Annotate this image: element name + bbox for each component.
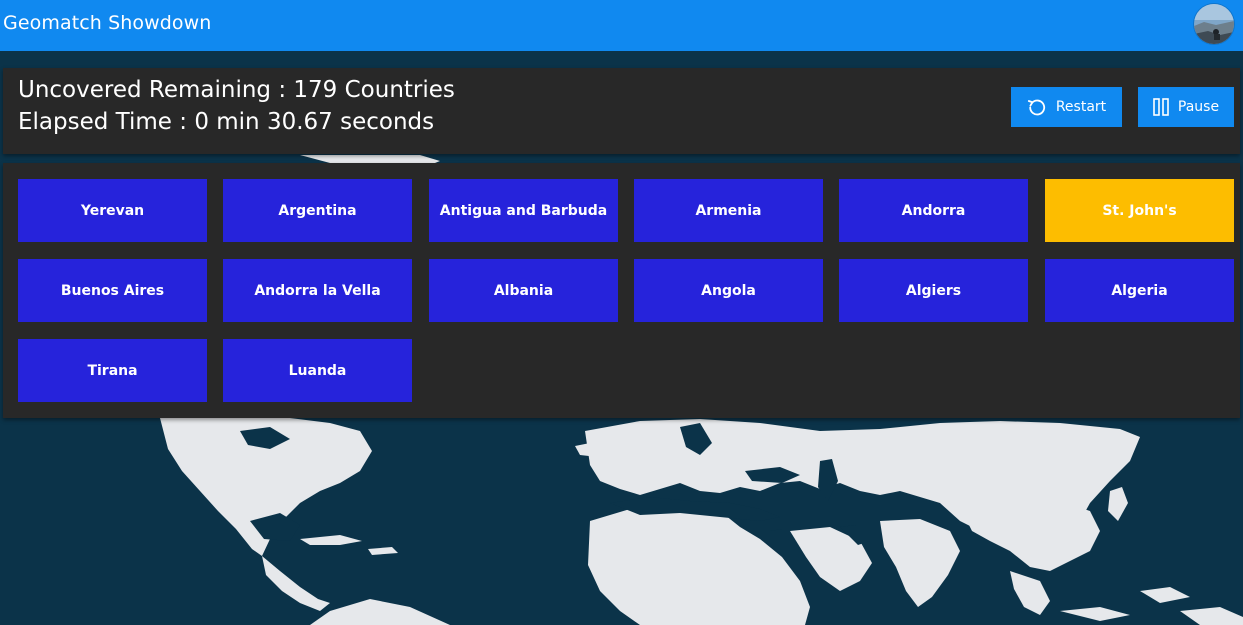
match-card[interactable]: Algeria — [1045, 259, 1234, 322]
match-card[interactable]: Antigua and Barbuda — [429, 179, 618, 242]
card-label: St. John's — [1102, 202, 1177, 219]
card-label: Armenia — [695, 202, 762, 219]
match-card[interactable]: Angola — [634, 259, 823, 322]
card-label: Antigua and Barbuda — [439, 202, 608, 219]
card-label: Argentina — [278, 202, 357, 219]
match-card[interactable]: Algiers — [839, 259, 1028, 322]
pause-label: Pause — [1177, 99, 1220, 115]
restart-label: Restart — [1055, 99, 1107, 115]
match-card[interactable]: Armenia — [634, 179, 823, 242]
elapsed-time-text: Elapsed Time : 0 min 30.67 seconds — [18, 109, 435, 135]
match-card[interactable]: Andorra — [839, 179, 1028, 242]
match-card[interactable]: Andorra la Vella — [223, 259, 412, 322]
card-label: Andorra — [901, 202, 966, 219]
app-title: Geomatch Showdown — [3, 12, 212, 34]
card-label: Algeria — [1111, 282, 1168, 299]
card-label: Algiers — [905, 282, 962, 299]
pause-icon — [1153, 98, 1169, 116]
match-card[interactable]: Argentina — [223, 179, 412, 242]
match-card[interactable]: Yerevan — [18, 179, 207, 242]
status-panel: Uncovered Remaining : 179 Countries Elap… — [3, 68, 1240, 154]
match-card[interactable]: Buenos Aires — [18, 259, 207, 322]
card-label: Yerevan — [80, 202, 145, 219]
card-label: Andorra la Vella — [254, 282, 381, 299]
card-label: Luanda — [288, 362, 347, 379]
remaining-countries-text: Uncovered Remaining : 179 Countries — [18, 77, 455, 103]
card-label: Albania — [493, 282, 554, 299]
match-card[interactable]: Luanda — [223, 339, 412, 402]
user-avatar[interactable] — [1194, 4, 1234, 44]
cards-panel: Yerevan Argentina Antigua and Barbuda Ar… — [3, 163, 1240, 418]
app-bar: Geomatch Showdown — [0, 0, 1243, 51]
match-card[interactable]: Tirana — [18, 339, 207, 402]
card-label: Tirana — [87, 362, 138, 379]
match-card[interactable]: Albania — [429, 259, 618, 322]
pause-button[interactable]: Pause — [1138, 87, 1234, 127]
match-card-selected[interactable]: St. John's — [1045, 179, 1234, 242]
restart-button[interactable]: Restart — [1011, 87, 1122, 127]
restart-icon — [1027, 99, 1045, 116]
card-label: Buenos Aires — [60, 282, 165, 299]
card-label: Angola — [701, 282, 756, 299]
